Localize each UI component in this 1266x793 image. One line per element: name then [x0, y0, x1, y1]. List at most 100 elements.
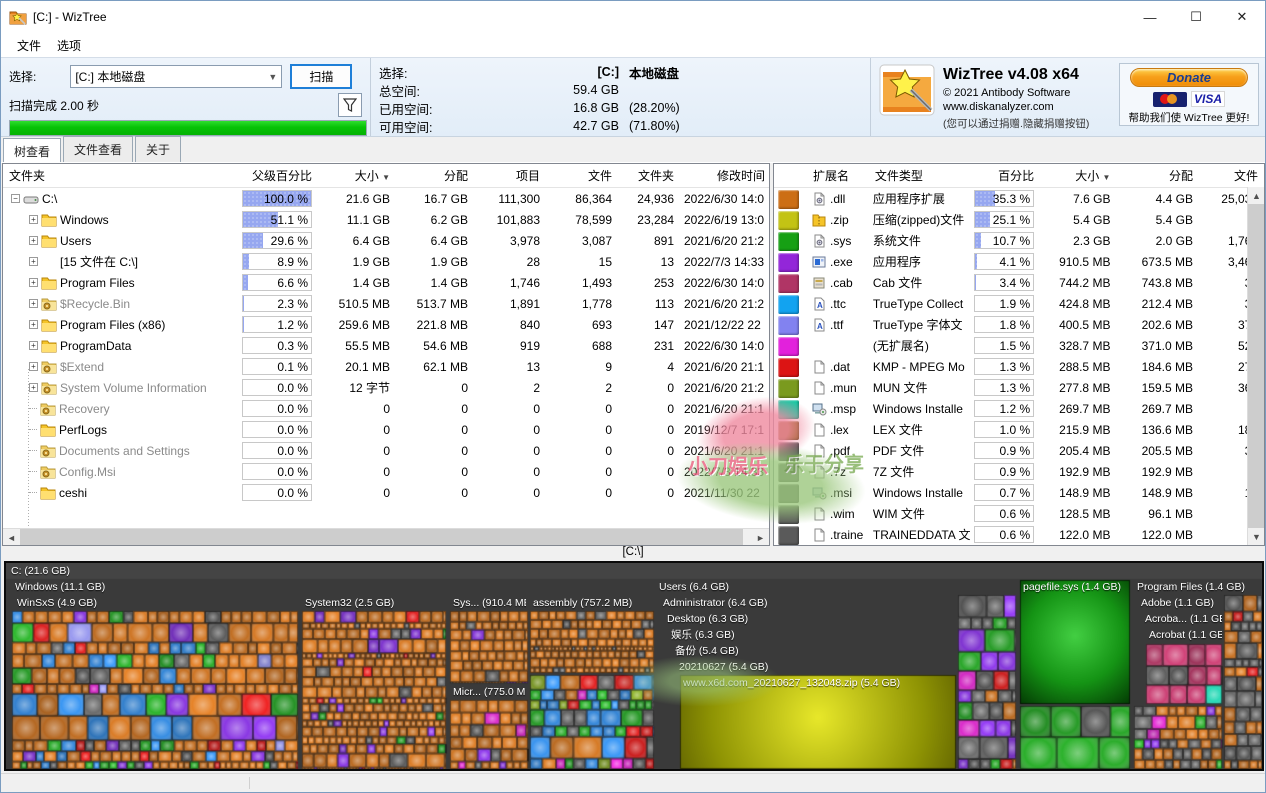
ext-row[interactable]: .mun MUN 文件 1.3 % 277.8 MB 159.5 MB 367 — [774, 377, 1264, 398]
tree-row[interactable]: +Program Files 6.6 % 1.4 GB 1.4 GB 1,746… — [3, 272, 770, 293]
treemap-section-label[interactable]: Program Files (1.4 GB) — [1134, 580, 1245, 595]
treemap-section-label[interactable]: C: (21.6 GB) — [8, 564, 70, 579]
tree-row[interactable]: Config.Msi 0.0 % 0 0 0 0 0 2022/7/3 14:3… — [3, 461, 770, 482]
maximize-button[interactable]: ☐ — [1173, 1, 1219, 33]
ext-row[interactable]: .7z 7Z 文件 0.9 % 192.9 MB 192.9 MB 2 — [774, 461, 1264, 482]
ext-row[interactable]: .dat KMP - MPEG Mo 1.3 % 288.5 MB 184.6 … — [774, 356, 1264, 377]
ext-col-header[interactable]: 文件 — [1199, 164, 1264, 188]
close-button[interactable]: ✕ — [1219, 1, 1265, 33]
scroll-left-arrow[interactable]: ◄ — [3, 529, 20, 546]
expand-icon[interactable]: + — [29, 278, 38, 287]
tree-col-header[interactable]: 父级百分比 — [240, 164, 318, 188]
ext-vscrollbar[interactable]: ▲ ▼ — [1247, 187, 1264, 545]
ext-col-header[interactable]: 分配 — [1116, 164, 1199, 188]
ext-row[interactable]: A.ttc TrueType Collect 1.9 % 424.8 MB 21… — [774, 293, 1264, 314]
ext-col-header[interactable]: 文件类型 — [869, 164, 972, 188]
treemap-section-label[interactable]: Adobe (1.1 GB) — [1138, 596, 1214, 611]
treemap[interactable]: C: (21.6 GB)Windows (11.1 GB)WinSxS (4.9… — [4, 561, 1264, 771]
cell-files: 0 — [546, 419, 618, 440]
treemap-section-label[interactable]: Users (6.4 GB) — [656, 580, 729, 595]
hscroll-thumb[interactable] — [20, 529, 743, 545]
tree-col-header[interactable]: 项目 — [474, 164, 546, 188]
treemap-section-label[interactable]: assembly (757.2 MB) — [530, 596, 632, 611]
tree-row[interactable]: +Program Files (x86) 1.2 % 259.6 MB 221.… — [3, 314, 770, 335]
tree-row[interactable]: +Users 29.6 % 6.4 GB 6.4 GB 3,978 3,087 … — [3, 230, 770, 251]
ext-row[interactable]: .msp Windows Installe 1.2 % 269.7 MB 269… — [774, 398, 1264, 419]
ext-row[interactable]: .sys 系统文件 10.7 % 2.3 GB 2.0 GB 1,768 — [774, 230, 1264, 251]
expand-icon[interactable]: + — [29, 215, 38, 224]
ext-row[interactable]: .lex LEX 文件 1.0 % 215.9 MB 136.6 MB 188 — [774, 419, 1264, 440]
expand-icon[interactable]: + — [29, 236, 38, 245]
treemap-section-label[interactable]: Acroba... (1.1 GB) — [1142, 612, 1222, 627]
tree-col-header[interactable]: 大小 ▼ — [318, 164, 396, 188]
ext-row[interactable]: .exe 应用程序 4.1 % 910.5 MB 673.5 MB 3,468 — [774, 251, 1264, 272]
tab-about[interactable]: 关于 — [135, 136, 181, 162]
scroll-down-arrow[interactable]: ▼ — [1248, 528, 1265, 545]
ext-row[interactable]: A.ttf TrueType 字体文 1.8 % 400.5 MB 202.6 … — [774, 314, 1264, 335]
ext-col-header[interactable]: 百分比 — [972, 164, 1040, 188]
tree-row[interactable]: Recovery 0.0 % 0 0 0 0 0 2021/6/20 21:1 — [3, 398, 770, 419]
donate-button[interactable]: Donate — [1130, 68, 1248, 87]
treemap-section-label[interactable]: Windows (11.1 GB) — [12, 580, 105, 595]
treemap-section-label[interactable]: Acrobat (1.1 GB) — [1146, 628, 1222, 643]
ext-row[interactable]: .msi Windows Installe 0.7 % 148.9 MB 148… — [774, 482, 1264, 503]
treemap-section-label[interactable]: Desktop (6.3 GB) — [664, 612, 748, 627]
tree-row[interactable]: +ProgramData 0.3 % 55.5 MB 54.6 MB 919 6… — [3, 335, 770, 356]
tree-col-header[interactable]: 文件夹 — [3, 164, 240, 188]
ext-row[interactable]: .wim WIM 文件 0.6 % 128.5 MB 96.1 MB 7 — [774, 503, 1264, 524]
expand-icon[interactable]: + — [29, 320, 38, 329]
tree-row[interactable]: +[15 文件在 C:\] 8.9 % 1.9 GB 1.9 GB 28 15 … — [3, 251, 770, 272]
ext-col-header[interactable]: 扩展名 — [807, 164, 869, 188]
filter-button[interactable] — [338, 93, 362, 117]
minimize-button[interactable]: — — [1127, 1, 1173, 33]
drive-dropdown[interactable]: [C:] 本地磁盘 ▼ — [70, 65, 282, 88]
vscroll-thumb[interactable] — [1248, 204, 1264, 528]
treemap-section-label[interactable]: Administrator (6.4 GB) — [660, 596, 767, 611]
ext-row[interactable]: .zip 压缩(zipped)文件 25.1 % 5.4 GB 5.4 GB 3 — [774, 209, 1264, 230]
expand-icon[interactable]: + — [29, 341, 38, 350]
tree-hscrollbar[interactable]: ◄ ► — [3, 528, 769, 545]
tab-file-view[interactable]: 文件查看 — [63, 136, 133, 162]
ext-row[interactable]: .traine TRAINEDDATA 文 0.6 % 122.0 MB 122… — [774, 524, 1264, 545]
tree-row[interactable]: PerfLogs 0.0 % 0 0 0 0 0 2019/12/7 17:1 — [3, 419, 770, 440]
scroll-up-arrow[interactable]: ▲ — [1248, 187, 1265, 204]
treemap-section-label[interactable]: 备份 (5.4 GB) — [672, 644, 739, 659]
tree-row[interactable]: +$Recycle.Bin 2.3 % 510.5 MB 513.7 MB 1,… — [3, 293, 770, 314]
treemap-section-label[interactable]: Micr... (775.0 MB) — [450, 685, 526, 700]
tree-row[interactable]: −C:\ 100.0 % 21.6 GB 16.7 GB 111,300 86,… — [3, 188, 770, 210]
expand-icon[interactable]: + — [29, 257, 38, 266]
expand-icon[interactable]: + — [29, 383, 38, 392]
tree-row[interactable]: +System Volume Information 0.0 % 12 字节 0… — [3, 377, 770, 398]
treemap-section-label[interactable]: www.x6d.com_20210627_132048.zip (5.4 GB) — [680, 676, 900, 691]
tree-col-header[interactable]: 文件 — [546, 164, 618, 188]
cell-items: 1,891 — [474, 293, 546, 314]
tree-row[interactable]: ceshi 0.0 % 0 0 0 0 0 2021/11/30 22 — [3, 482, 770, 503]
tree-row[interactable]: Documents and Settings 0.0 % 0 0 0 0 0 2… — [3, 440, 770, 461]
treemap-section-label[interactable]: 娱乐 (6.3 GB) — [668, 628, 735, 643]
menu-options[interactable]: 选项 — [49, 34, 89, 57]
ext-row[interactable]: .pdf PDF 文件 0.9 % 205.4 MB 205.5 MB 36 — [774, 440, 1264, 461]
ext-col-header[interactable]: 大小 ▼ — [1040, 164, 1116, 188]
tab-tree-view[interactable]: 树查看 — [3, 138, 61, 162]
brand-website[interactable]: www.diskanalyzer.com — [943, 100, 1079, 115]
treemap-caption: [C:\] — [1, 546, 1265, 561]
scan-button[interactable]: 扫描 — [290, 64, 352, 89]
expand-icon[interactable]: + — [29, 299, 38, 308]
menu-file[interactable]: 文件 — [9, 34, 49, 57]
tree-col-header[interactable]: 修改时间 — [680, 164, 770, 188]
tree-col-header[interactable]: 文件夹 — [618, 164, 680, 188]
treemap-section-label[interactable]: 20210627 (5.4 GB) — [676, 660, 768, 675]
collapse-icon[interactable]: − — [11, 194, 20, 203]
ext-row[interactable]: (无扩展名) 1.5 % 328.7 MB 371.0 MB 524 — [774, 335, 1264, 356]
treemap-section-label[interactable]: Sys... (910.4 MB) — [450, 596, 526, 611]
tree-row[interactable]: +Windows 51.1 % 11.1 GB 6.2 GB 101,883 7… — [3, 209, 770, 230]
treemap-section-label[interactable]: pagefile.sys (1.4 GB) — [1020, 580, 1121, 595]
ext-row[interactable]: .dll 应用程序扩展 35.3 % 7.6 GB 4.4 GB 25,038 — [774, 188, 1264, 210]
treemap-section-label[interactable]: WinSxS (4.9 GB) — [14, 596, 97, 611]
expand-icon[interactable]: + — [29, 362, 38, 371]
scroll-right-arrow[interactable]: ► — [752, 529, 769, 546]
ext-row[interactable]: .cab Cab 文件 3.4 % 744.2 MB 743.8 MB 30 — [774, 272, 1264, 293]
tree-row[interactable]: +$Extend 0.1 % 20.1 MB 62.1 MB 13 9 4 20… — [3, 356, 770, 377]
treemap-section-label[interactable]: System32 (2.5 GB) — [302, 596, 394, 611]
tree-col-header[interactable]: 分配 — [396, 164, 474, 188]
